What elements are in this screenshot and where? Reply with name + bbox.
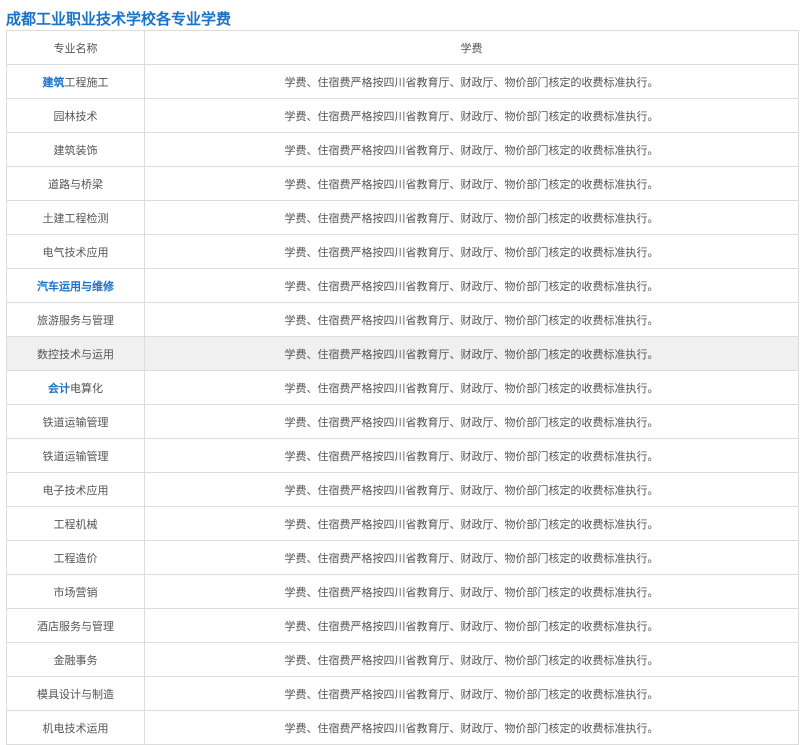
major-link[interactable]: 汽车运用与维修 xyxy=(37,280,114,293)
major-name-cell: 电子技术应用 xyxy=(6,472,145,507)
major-text: 金融事务 xyxy=(53,653,98,667)
table-row: 电子技术应用 学费、住宿费严格按四川省教育厅、财政厅、物价部门核定的收费标准执行。 xyxy=(6,472,799,507)
table-row: 工程机械 学费、住宿费严格按四川省教育厅、财政厅、物价部门核定的收费标准执行。 xyxy=(6,506,799,541)
fee-cell: 学费、住宿费严格按四川省教育厅、财政厅、物价部门核定的收费标准执行。 xyxy=(144,642,799,677)
fee-cell: 学费、住宿费严格按四川省教育厅、财政厅、物价部门核定的收费标准执行。 xyxy=(144,98,799,133)
fee-cell: 学费、住宿费严格按四川省教育厅、财政厅、物价部门核定的收费标准执行。 xyxy=(144,64,799,99)
table-row: 汽车运用与维修 学费、住宿费严格按四川省教育厅、财政厅、物价部门核定的收费标准执行… xyxy=(6,268,799,303)
table-row: 旅游服务与管理 学费、住宿费严格按四川省教育厅、财政厅、物价部门核定的收费标准执行… xyxy=(6,302,799,337)
major-name-cell: 金融事务 xyxy=(6,642,145,677)
fee-cell: 学费、住宿费严格按四川省教育厅、财政厅、物价部门核定的收费标准执行。 xyxy=(144,574,799,609)
major-name-cell: 工程造价 xyxy=(6,540,145,575)
table-row: 数控技术与运用 学费、住宿费严格按四川省教育厅、财政厅、物价部门核定的收费标准执行… xyxy=(6,336,799,371)
table-row: 金融事务 学费、住宿费严格按四川省教育厅、财政厅、物价部门核定的收费标准执行。 xyxy=(6,642,799,677)
major-name-cell: 土建工程检测 xyxy=(6,200,145,235)
major-name-cell: 旅游服务与管理 xyxy=(6,302,145,337)
major-text: 建筑装饰 xyxy=(53,143,98,157)
major-text: 铁道运输管理 xyxy=(42,415,109,429)
major-text: 旅游服务与管理 xyxy=(37,313,114,327)
major-text: 工程施工 xyxy=(64,75,109,89)
fee-cell: 学费、住宿费严格按四川省教育厅、财政厅、物价部门核定的收费标准执行。 xyxy=(144,506,799,541)
table-row: 电气技术应用 学费、住宿费严格按四川省教育厅、财政厅、物价部门核定的收费标准执行。 xyxy=(6,234,799,269)
major-name-cell: 园林技术 xyxy=(6,98,145,133)
major-text: 园林技术 xyxy=(53,109,98,123)
fee-cell: 学费、住宿费严格按四川省教育厅、财政厅、物价部门核定的收费标准执行。 xyxy=(144,404,799,439)
major-text: 工程造价 xyxy=(53,551,98,565)
table-row: 酒店服务与管理 学费、住宿费严格按四川省教育厅、财政厅、物价部门核定的收费标准执行… xyxy=(6,608,799,643)
table-body: 建筑工程施工 学费、住宿费严格按四川省教育厅、财政厅、物价部门核定的收费标准执行。… xyxy=(6,64,799,745)
major-name-cell: 铁道运输管理 xyxy=(6,438,145,473)
major-link[interactable]: 建筑 xyxy=(43,76,65,89)
fee-cell: 学费、住宿费严格按四川省教育厅、财政厅、物价部门核定的收费标准执行。 xyxy=(144,438,799,473)
table-row: 模具设计与制造 学费、住宿费严格按四川省教育厅、财政厅、物价部门核定的收费标准执行… xyxy=(6,676,799,711)
major-text: 土建工程检测 xyxy=(42,211,109,225)
major-name-cell: 建筑工程施工 xyxy=(6,64,145,99)
table-row: 建筑装饰 学费、住宿费严格按四川省教育厅、财政厅、物价部门核定的收费标准执行。 xyxy=(6,132,799,167)
major-text: 机电技术运用 xyxy=(42,721,109,735)
major-name-cell: 电气技术应用 xyxy=(6,234,145,269)
major-link[interactable]: 会计 xyxy=(48,382,70,395)
fee-cell: 学费、住宿费严格按四川省教育厅、财政厅、物价部门核定的收费标准执行。 xyxy=(144,132,799,167)
table-row: 市场营销 学费、住宿费严格按四川省教育厅、财政厅、物价部门核定的收费标准执行。 xyxy=(6,574,799,609)
fee-cell: 学费、住宿费严格按四川省教育厅、财政厅、物价部门核定的收费标准执行。 xyxy=(144,540,799,575)
major-text: 工程机械 xyxy=(53,517,98,531)
major-name-cell: 数控技术与运用 xyxy=(6,336,145,371)
major-text: 模具设计与制造 xyxy=(37,687,114,701)
fee-cell: 学费、住宿费严格按四川省教育厅、财政厅、物价部门核定的收费标准执行。 xyxy=(144,302,799,337)
table-row: 道路与桥梁 学费、住宿费严格按四川省教育厅、财政厅、物价部门核定的收费标准执行。 xyxy=(6,166,799,201)
table-row: 会计电算化 学费、住宿费严格按四川省教育厅、财政厅、物价部门核定的收费标准执行。 xyxy=(6,370,799,405)
major-name-cell: 建筑装饰 xyxy=(6,132,145,167)
table-row: 机电技术运用 学费、住宿费严格按四川省教育厅、财政厅、物价部门核定的收费标准执行。 xyxy=(6,710,799,745)
major-text: 市场营销 xyxy=(53,585,98,599)
fee-cell: 学费、住宿费严格按四川省教育厅、财政厅、物价部门核定的收费标准执行。 xyxy=(144,608,799,643)
fee-cell: 学费、住宿费严格按四川省教育厅、财政厅、物价部门核定的收费标准执行。 xyxy=(144,676,799,711)
fee-cell: 学费、住宿费严格按四川省教育厅、财政厅、物价部门核定的收费标准执行。 xyxy=(144,336,799,371)
major-name-cell: 汽车运用与维修 xyxy=(6,268,145,303)
major-name-cell: 会计电算化 xyxy=(6,370,145,405)
major-name-cell: 道路与桥梁 xyxy=(6,166,145,201)
table-row: 土建工程检测 学费、住宿费严格按四川省教育厅、财政厅、物价部门核定的收费标准执行。 xyxy=(6,200,799,235)
fee-cell: 学费、住宿费严格按四川省教育厅、财政厅、物价部门核定的收费标准执行。 xyxy=(144,710,799,745)
major-text: 电子技术应用 xyxy=(42,483,109,497)
major-name-cell: 工程机械 xyxy=(6,506,145,541)
fee-cell: 学费、住宿费严格按四川省教育厅、财政厅、物价部门核定的收费标准执行。 xyxy=(144,268,799,303)
header-fee: 学费 xyxy=(144,30,799,65)
major-name-cell: 铁道运输管理 xyxy=(6,404,145,439)
major-text: 酒店服务与管理 xyxy=(37,619,114,633)
major-name-cell: 酒店服务与管理 xyxy=(6,608,145,643)
major-name-cell: 机电技术运用 xyxy=(6,710,145,745)
major-text: 电气技术应用 xyxy=(42,245,109,259)
table-row: 工程造价 学费、住宿费严格按四川省教育厅、财政厅、物价部门核定的收费标准执行。 xyxy=(6,540,799,575)
major-text: 道路与桥梁 xyxy=(48,177,103,191)
fee-cell: 学费、住宿费严格按四川省教育厅、财政厅、物价部门核定的收费标准执行。 xyxy=(144,370,799,405)
fee-cell: 学费、住宿费严格按四川省教育厅、财政厅、物价部门核定的收费标准执行。 xyxy=(144,200,799,235)
fee-table: 专业名称 学费 建筑工程施工 学费、住宿费严格按四川省教育厅、财政厅、物价部门核定… xyxy=(6,30,799,745)
fee-cell: 学费、住宿费严格按四川省教育厅、财政厅、物价部门核定的收费标准执行。 xyxy=(144,166,799,201)
major-name-cell: 市场营销 xyxy=(6,574,145,609)
header-major: 专业名称 xyxy=(6,30,145,65)
major-text: 电算化 xyxy=(70,381,103,395)
major-text: 数控技术与运用 xyxy=(37,347,114,361)
page-title: 成都工业职业技术学校各专业学费 xyxy=(6,10,232,28)
table-row: 铁道运输管理 学费、住宿费严格按四川省教育厅、财政厅、物价部门核定的收费标准执行。 xyxy=(6,438,799,473)
fee-cell: 学费、住宿费严格按四川省教育厅、财政厅、物价部门核定的收费标准执行。 xyxy=(144,472,799,507)
table-header-row: 专业名称 学费 xyxy=(6,30,799,65)
fee-cell: 学费、住宿费严格按四川省教育厅、财政厅、物价部门核定的收费标准执行。 xyxy=(144,234,799,269)
major-text: 铁道运输管理 xyxy=(42,449,109,463)
table-row: 铁道运输管理 学费、住宿费严格按四川省教育厅、财政厅、物价部门核定的收费标准执行。 xyxy=(6,404,799,439)
table-row: 建筑工程施工 学费、住宿费严格按四川省教育厅、财政厅、物价部门核定的收费标准执行。 xyxy=(6,64,799,99)
table-row: 园林技术 学费、住宿费严格按四川省教育厅、财政厅、物价部门核定的收费标准执行。 xyxy=(6,98,799,133)
major-name-cell: 模具设计与制造 xyxy=(6,676,145,711)
